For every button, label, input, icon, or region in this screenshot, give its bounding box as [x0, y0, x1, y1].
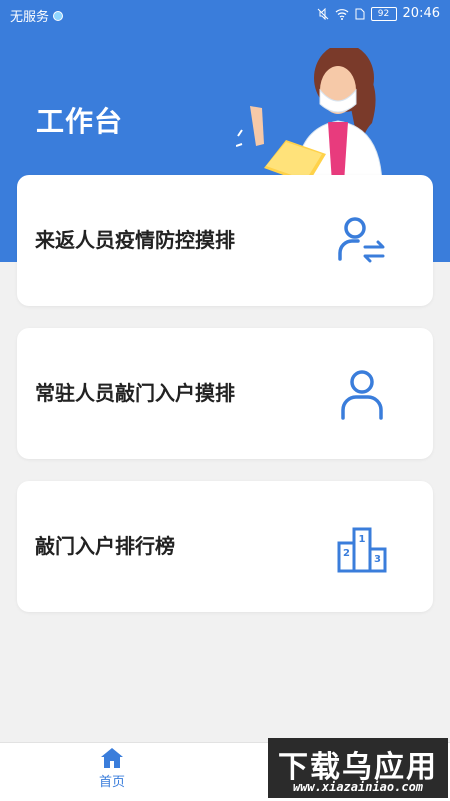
carrier-text: 无服务 — [10, 10, 50, 25]
card-label: 来返人员疫情防控摸排 — [35, 228, 235, 252]
watermark-url: www.xiazainiao.com — [292, 780, 424, 794]
svg-text:3: 3 — [374, 554, 381, 565]
card-returnee-screening[interactable]: 来返人员疫情防控摸排 — [17, 175, 433, 306]
person-icon — [341, 370, 383, 420]
network-dot-icon — [53, 10, 64, 21]
doctor-illustration — [236, 48, 383, 183]
tab-home[interactable]: 首页 — [72, 747, 152, 797]
page-title: 工作台 — [36, 105, 124, 138]
battery-indicator: 92 — [370, 6, 397, 21]
podium-icon: 2 1 3 — [337, 527, 387, 573]
watermark: 下载乌应用 www.xiazainiao.com — [268, 738, 448, 798]
status-bar: 无服务 92 20:46 — [0, 0, 450, 28]
status-left: 无服务 — [10, 6, 64, 25]
person-transfer-icon — [338, 217, 385, 263]
svg-text:1: 1 — [359, 534, 366, 545]
svg-text:2: 2 — [343, 548, 350, 559]
mute-icon — [317, 7, 328, 20]
clock-text: 20:46 — [402, 6, 440, 21]
sim-icon — [355, 8, 365, 19]
home-icon — [101, 748, 123, 768]
card-leaderboard[interactable]: 敲门入户排行榜 2 1 3 — [17, 481, 433, 612]
status-right: 92 20:46 — [317, 6, 440, 21]
tab-home-label: 首页 — [98, 775, 125, 790]
card-label: 敲门入户排行榜 — [35, 534, 175, 558]
card-resident-screening[interactable]: 常驻人员敲门入户摸排 — [17, 328, 433, 459]
card-label: 常驻人员敲门入户摸排 — [35, 381, 235, 405]
wifi-icon — [335, 8, 348, 20]
